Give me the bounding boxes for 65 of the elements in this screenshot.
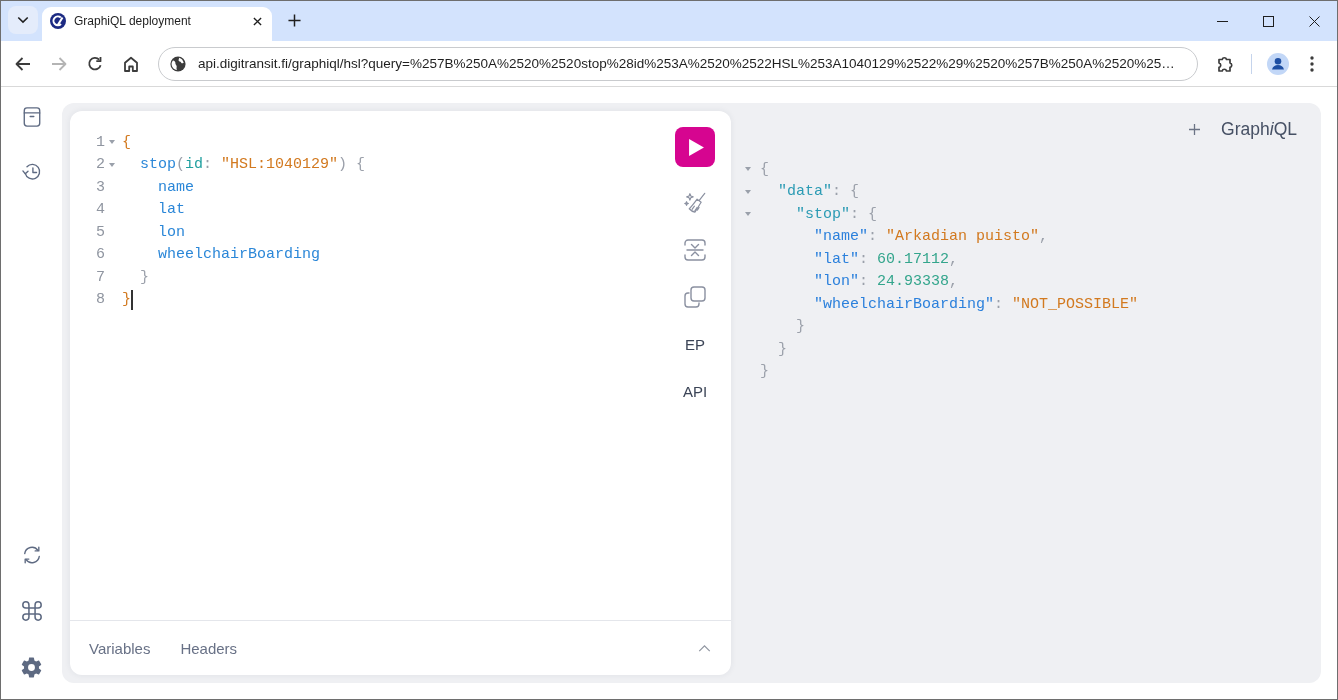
avatar-icon [1267,52,1289,75]
reload-icon [87,55,103,72]
code-line: name [158,178,194,196]
code-line: "stop": { [796,205,878,223]
command-key-icon [21,601,42,621]
back-arrow-icon [15,55,31,72]
line-number: 1 [95,133,105,151]
address-bar[interactable]: api.digitransit.fi/graphiql/hsl?query=%257B%250A%2520%2520stop%28id%253A%2520%2522HSL%253A1040129%2522%29%2520%257B%250A%2520%25… [158,46,1198,81]
globe-icon [170,55,186,72]
code-line: lat [158,201,185,219]
fold-arrow-icon[interactable] [745,189,751,194]
tab-search-button[interactable] [8,6,38,34]
line-number: 7 [95,268,105,286]
code-line: "wheelchairBoarding": "NOT_POSSIBLE" [814,295,1139,313]
close-icon [1308,15,1320,27]
code-line: } [122,291,131,309]
code-line: { [760,160,769,178]
forward-arrow-icon [51,55,67,72]
minimize-icon [1216,20,1228,22]
editor-tab[interactable]: Variables [81,633,159,663]
code-line: } [796,318,805,336]
code-line: lon [158,223,185,241]
maximize-icon [1262,15,1274,27]
compress-icon [684,239,706,261]
box-icon [21,107,42,127]
copy-icon [684,286,706,308]
code-line: } [778,340,787,358]
fold-arrow-icon[interactable] [745,167,751,172]
plus-icon [1188,123,1200,135]
plus-icon [287,13,301,27]
browser-tab[interactable]: GraphiQL deployment [42,7,272,41]
code-line: } [140,268,149,286]
line-number: 2 [95,156,105,174]
toolbar-button[interactable]: API [675,371,715,411]
puzzle-piece-icon [1216,54,1234,73]
chevron-down-icon [17,14,29,26]
fold-arrow-icon[interactable] [109,140,115,145]
line-number: 4 [95,201,105,219]
settings-icon [21,656,42,678]
code-line: "name": "Arkadian puisto", [814,228,1049,246]
fold-arrow-icon[interactable] [745,212,751,217]
close-tab-icon[interactable] [253,16,262,26]
editor-tab[interactable]: Headers [172,633,246,663]
code-line: wheelchairBoarding [158,246,321,264]
toolbar-button[interactable]: EP [675,324,715,364]
code-line: { [122,133,131,151]
site-logo-icon [50,13,66,29]
code-line: "lat": 60.17112, [814,250,959,268]
line-number: 6 [95,246,105,264]
home-icon [123,55,139,72]
more-vertical-icon [1310,55,1314,72]
code-line: } [760,363,769,381]
line-number: 3 [95,178,105,196]
line-number: 5 [95,223,105,241]
code-line: "lon": 24.93338, [814,273,959,291]
sparkle-broom-icon [684,192,706,214]
line-number: 8 [95,291,105,309]
app-logo: GraphiQL [1221,118,1297,140]
play-icon [689,138,704,156]
refresh-icon [21,545,42,565]
history-icon [21,162,42,182]
code-line: stop(id: "HSL:1040129") { [140,156,366,174]
run-button[interactable] [675,127,715,167]
code-line: "data": { [778,183,860,201]
fold-arrow-icon[interactable] [109,162,115,167]
